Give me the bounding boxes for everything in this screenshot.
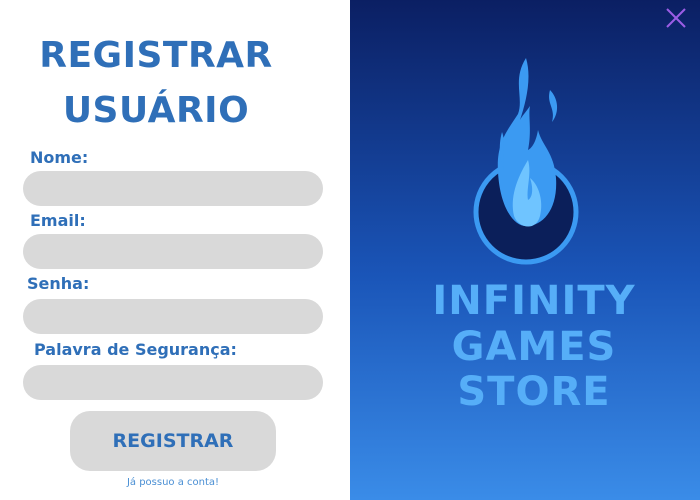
name-label: Nome: <box>30 148 89 167</box>
form-title-line2: USUÁRIO <box>62 90 250 131</box>
register-form-panel: REGISTRAR USUÁRIO Nome: Email: Senha: Pa… <box>0 0 350 500</box>
form-title-line1: REGISTRAR <box>39 35 273 76</box>
password-label: Senha: <box>27 274 90 293</box>
close-icon[interactable] <box>664 6 688 30</box>
password-input[interactable] <box>23 299 323 334</box>
flame-logo-icon <box>472 50 580 265</box>
brand-line1: INFINITY <box>432 278 636 324</box>
brand-line3: STORE <box>457 369 611 415</box>
name-input[interactable] <box>23 171 323 206</box>
brand-panel: INFINITY GAMES STORE <box>350 0 700 500</box>
email-input[interactable] <box>23 234 323 269</box>
register-button[interactable]: REGISTRAR <box>70 411 276 471</box>
register-modal: REGISTRAR USUÁRIO Nome: Email: Senha: Pa… <box>0 0 700 500</box>
security-word-label: Palavra de Segurança: <box>34 340 237 359</box>
email-label: Email: <box>30 211 86 230</box>
brand-line2: GAMES <box>451 324 617 370</box>
security-word-input[interactable] <box>23 365 323 400</box>
login-link[interactable]: Já possuo a conta! <box>0 477 346 488</box>
